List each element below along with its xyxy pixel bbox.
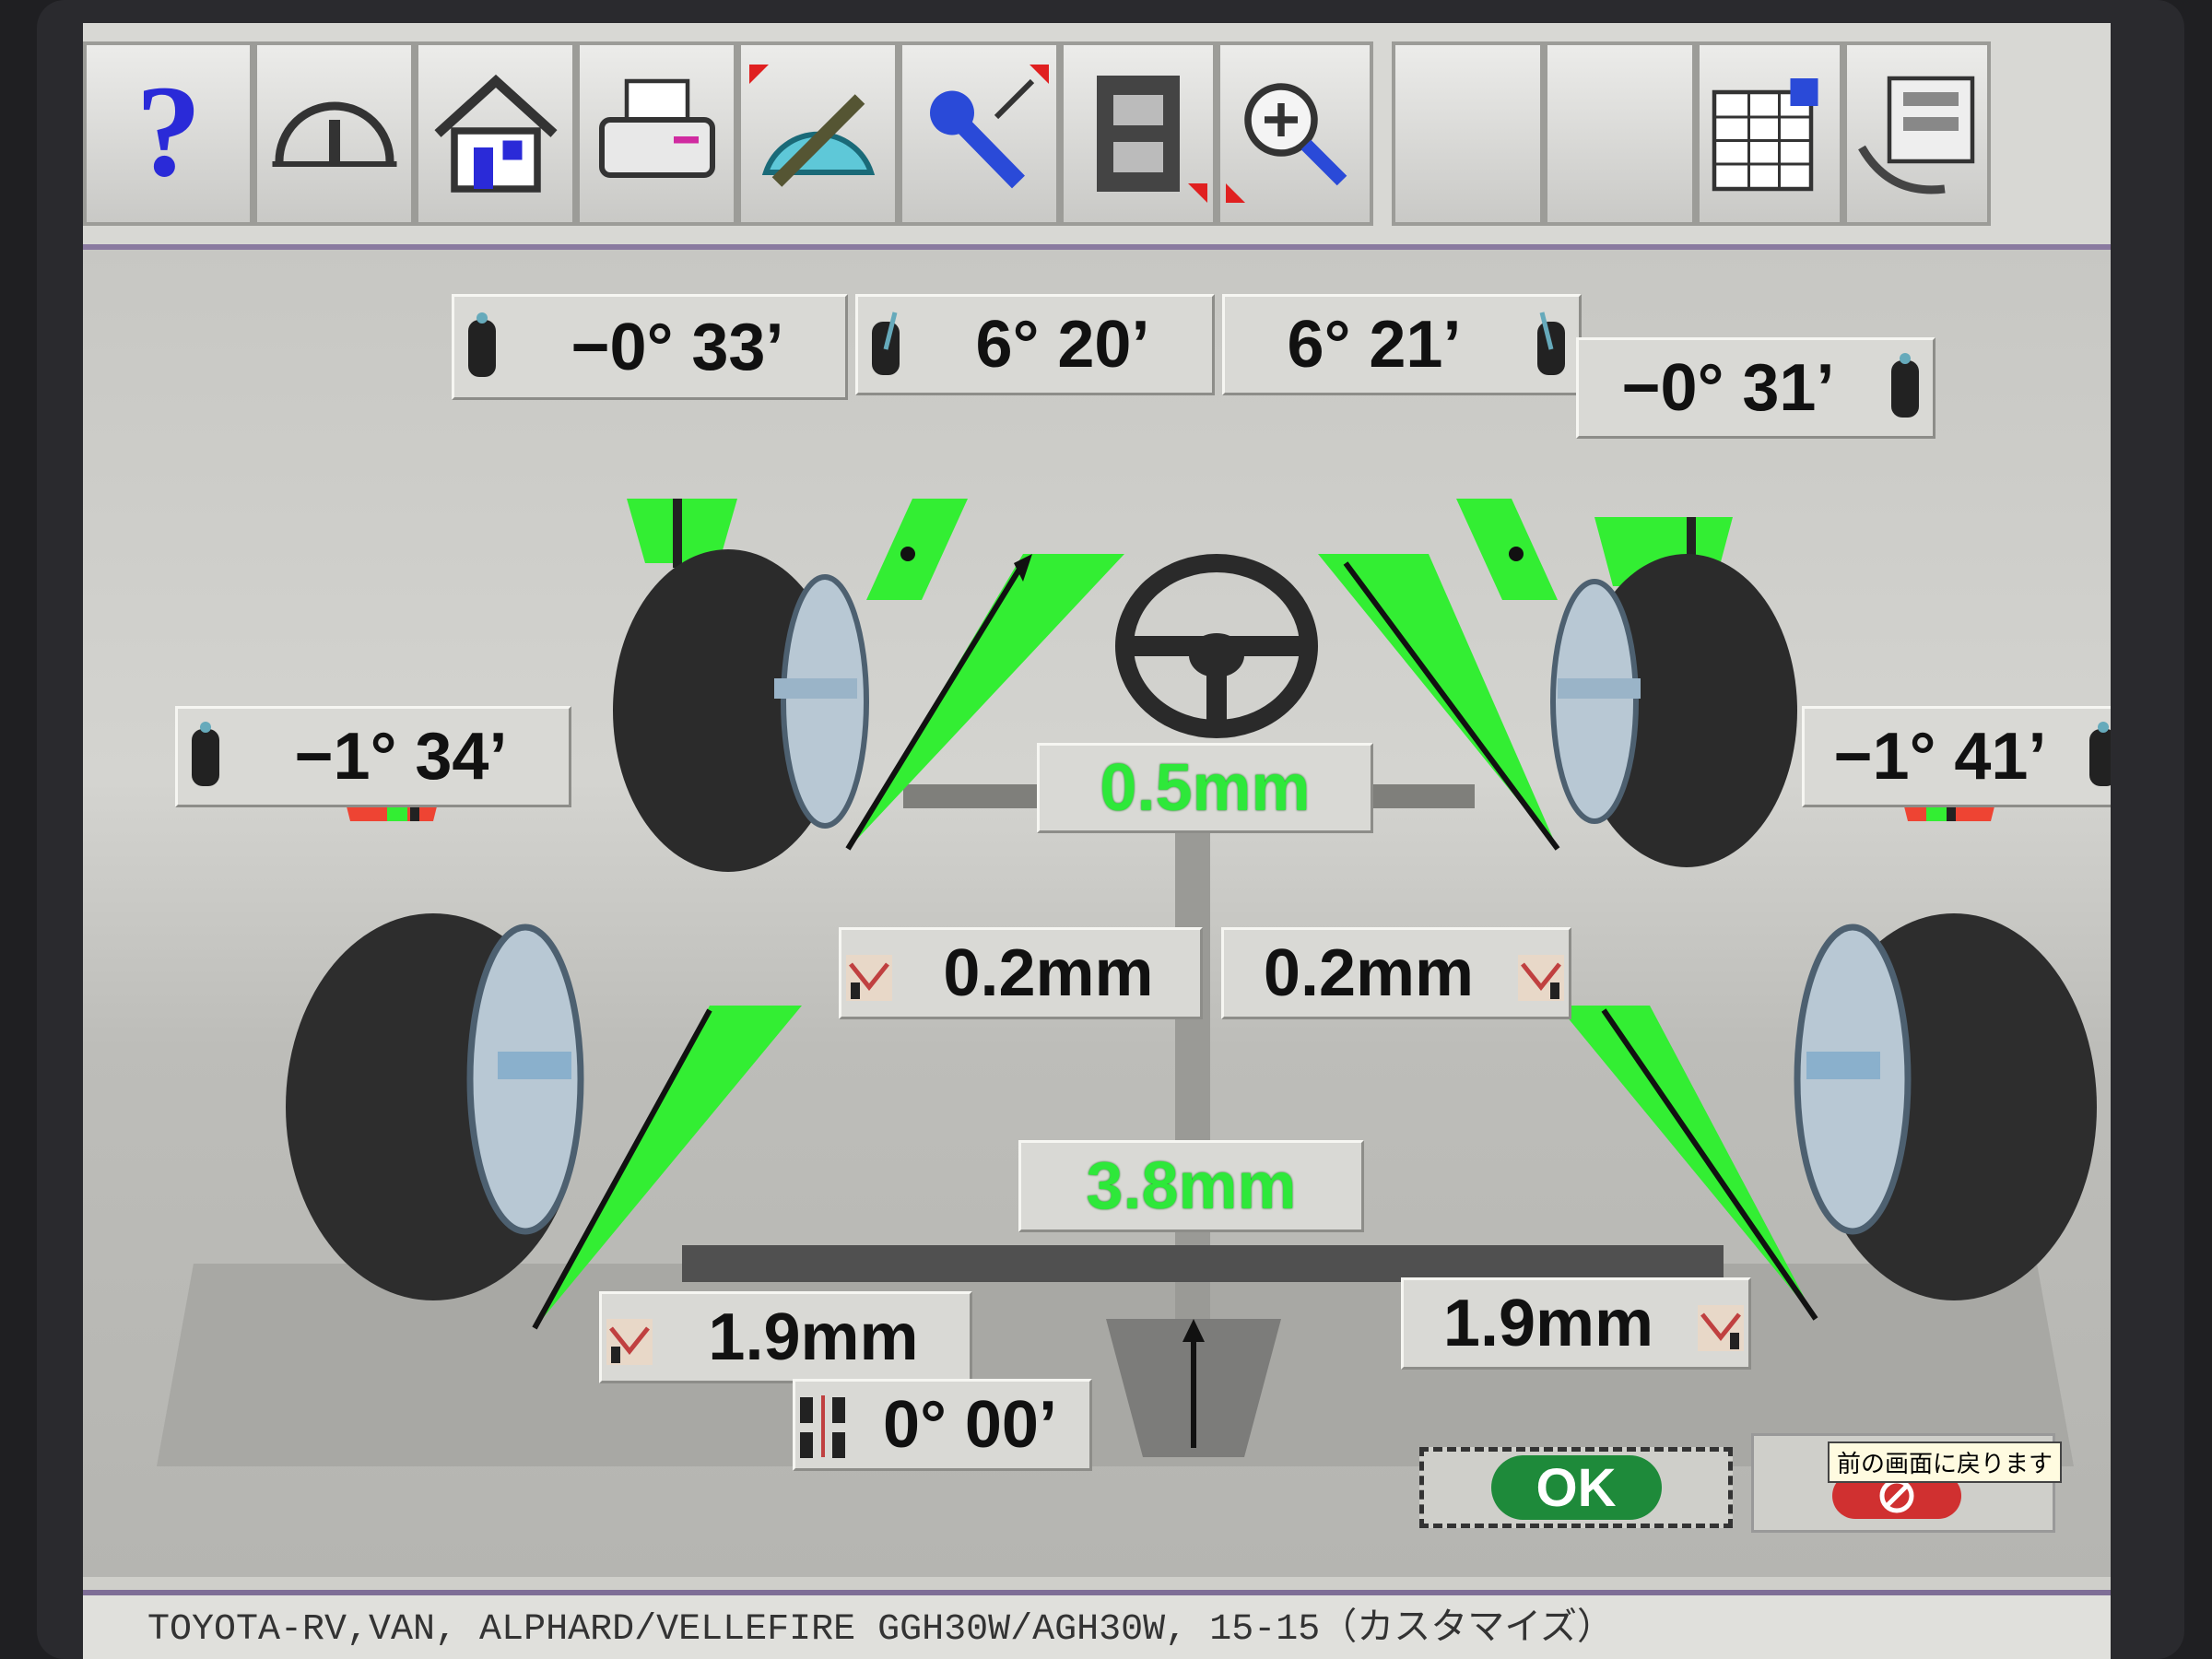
rear-left-toe-box: 1.9mm xyxy=(599,1291,972,1383)
suspension-icon xyxy=(606,1319,653,1365)
tire-icon xyxy=(468,312,496,377)
suspension-icon xyxy=(1518,955,1564,1001)
film-button[interactable] xyxy=(1060,41,1217,226)
rear-right-camber-box: −1° 41’ xyxy=(1802,706,2111,807)
front-right-camber-box: −0° 31’ xyxy=(1576,337,1936,439)
home-icon xyxy=(433,74,558,193)
spreadsheet-icon xyxy=(1712,78,1818,192)
front-left-toe-box: 0.2mm xyxy=(839,927,1203,1019)
ok-button[interactable]: OK xyxy=(1419,1447,1733,1528)
thrust-angle-box: 0° 00’ xyxy=(793,1379,1092,1471)
gauge-icon xyxy=(272,101,396,167)
rear-right-wheel xyxy=(1794,913,2097,1300)
steering-wheel-icon xyxy=(1115,554,1318,738)
status-bar: TOYOTA-RV,VAN, ALPHARD/VELLEFIRE GGH30W/… xyxy=(83,1590,2111,1659)
tool-button[interactable] xyxy=(899,41,1060,226)
thrust-icon xyxy=(800,1395,845,1458)
front-right-caster-indicator xyxy=(1456,499,1558,600)
rear-left-wheel xyxy=(286,913,584,1300)
zoom-button[interactable] xyxy=(1217,41,1373,226)
film-icon xyxy=(1097,76,1207,203)
rear-left-camber-value: −1° 34’ xyxy=(294,720,508,794)
printer-icon xyxy=(598,78,715,178)
ok-button-label: OK xyxy=(1490,1455,1662,1520)
data-sheet-icon xyxy=(1858,76,1975,194)
front-left-wheel xyxy=(613,549,869,872)
blank-button-1[interactable] xyxy=(1392,41,1544,226)
front-left-caster-box: 6° 20’ xyxy=(855,294,1215,395)
alignment-screen: ? −0° 33’ 6° 20’ 6° 21’ −0° 31’ −1° 34’ … xyxy=(83,23,2111,1659)
front-right-wheel xyxy=(1550,554,1797,867)
toolbar: ? xyxy=(83,23,2111,250)
rear-left-toe-value: 1.9mm xyxy=(708,1300,919,1374)
front-total-toe-box: 0.5mm xyxy=(1037,743,1373,833)
rear-total-toe-value: 3.8mm xyxy=(1086,1149,1297,1223)
datasheet-button[interactable] xyxy=(1843,41,1991,226)
caster-tire-icon xyxy=(872,312,900,375)
front-left-caster-value: 6° 20’ xyxy=(975,308,1150,382)
front-left-caster-indicator xyxy=(866,499,968,600)
spreadsheet-button[interactable] xyxy=(1696,41,1843,226)
alignment-scene: −0° 33’ 6° 20’ 6° 21’ −0° 31’ −1° 34’ −1… xyxy=(83,250,2111,1577)
front-right-caster-value: 6° 21’ xyxy=(1287,308,1462,382)
help-button[interactable]: ? xyxy=(83,41,253,226)
wrench-icon xyxy=(929,65,1049,189)
front-right-toe-box: 0.2mm xyxy=(1221,927,1571,1019)
front-left-camber-value: −0° 33’ xyxy=(571,310,784,384)
gauge-button[interactable] xyxy=(253,41,415,226)
adjust-button[interactable] xyxy=(737,41,899,226)
home-button[interactable] xyxy=(415,41,576,226)
caster-tire-icon xyxy=(1537,312,1565,375)
blank-button-2[interactable] xyxy=(1544,41,1696,226)
tire-icon xyxy=(2089,722,2111,786)
front-right-camber-value: −0° 31’ xyxy=(1621,351,1835,425)
rear-left-camber-box: −1° 34’ xyxy=(175,706,571,807)
front-total-toe-value: 0.5mm xyxy=(1100,751,1311,825)
thrust-angle-value: 0° 00’ xyxy=(883,1388,1057,1462)
front-right-caster-box: 6° 21’ xyxy=(1222,294,1582,395)
front-right-toe-value: 0.2mm xyxy=(1263,936,1475,1010)
vehicle-diagram xyxy=(157,499,2097,1466)
front-left-camber-box: −0° 33’ xyxy=(452,294,848,400)
adjust-protractor-icon xyxy=(748,65,875,187)
tire-icon xyxy=(1891,353,1919,418)
back-tooltip: 前の画面に戻ります xyxy=(1828,1441,2063,1483)
help-icon: ? xyxy=(135,65,201,203)
back-button[interactable]: 前の画面に戻ります xyxy=(1751,1433,2063,1533)
zoom-icon xyxy=(1226,83,1347,203)
print-button[interactable] xyxy=(576,41,737,226)
suspension-icon xyxy=(846,955,892,1001)
rear-total-toe-box: 3.8mm xyxy=(1018,1140,1364,1232)
rear-right-toe-value: 1.9mm xyxy=(1442,1287,1654,1360)
svg-text:?: ? xyxy=(135,65,201,203)
rear-right-toe-box: 1.9mm xyxy=(1401,1277,1751,1370)
front-left-toe-value: 0.2mm xyxy=(943,936,1154,1010)
tire-icon xyxy=(192,722,219,786)
suspension-icon xyxy=(1698,1305,1744,1351)
rear-right-camber-value: −1° 41’ xyxy=(1833,720,2047,794)
